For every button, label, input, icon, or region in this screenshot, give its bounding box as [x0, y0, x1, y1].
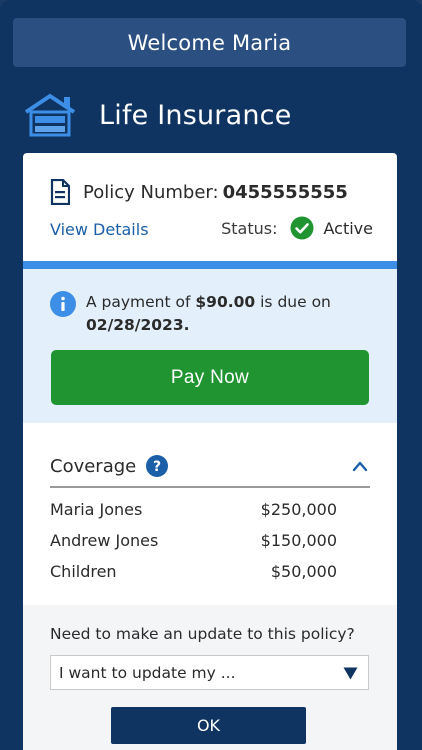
page-title: Life Insurance — [99, 99, 292, 131]
coverage-member-name: Andrew Jones — [50, 531, 159, 550]
payment-amount: $90.00 — [195, 293, 256, 311]
chevron-up-icon[interactable] — [352, 460, 368, 472]
pay-now-button[interactable]: Pay Now — [51, 350, 369, 405]
coverage-row: Maria Jones $250,000 — [50, 494, 337, 525]
coverage-title: Coverage — [50, 455, 137, 477]
coverage-section: Coverage ? Maria Jones $250,000 Andrew J… — [50, 453, 370, 587]
payment-text-prefix: A payment of — [86, 293, 196, 311]
payment-due-panel: A payment of $90.00 is due on 02/28/2023… — [23, 269, 397, 423]
welcome-text: Welcome Maria — [127, 30, 292, 55]
coverage-list: Maria Jones $250,000 Andrew Jones $150,0… — [50, 494, 370, 587]
policy-number-row: Policy Number: 0455555555 — [50, 179, 348, 205]
status-label: Status: — [221, 218, 278, 238]
svg-text:?: ? — [153, 459, 161, 475]
status-badge: Active — [323, 218, 374, 238]
payment-message: A payment of $90.00 is due on 02/28/2023… — [86, 291, 376, 337]
view-details-link[interactable]: View Details — [50, 220, 149, 239]
document-icon — [50, 179, 70, 205]
accent-divider — [23, 261, 397, 269]
policy-number-value: 0455555555 — [222, 181, 348, 203]
coverage-row: Andrew Jones $150,000 — [50, 525, 337, 556]
payment-text-middle: is due on — [255, 293, 331, 311]
coverage-divider — [50, 486, 370, 488]
page-header: Life Insurance — [22, 92, 292, 138]
coverage-amount: $250,000 — [260, 500, 337, 519]
coverage-member-name: Children — [50, 562, 117, 581]
policy-update-panel: Need to make an update to this policy? I… — [23, 605, 397, 750]
update-select-value: I want to update my ... — [59, 663, 236, 682]
ok-button[interactable]: OK — [111, 707, 306, 744]
policy-card: Policy Number: 0455555555 View Details S… — [23, 153, 397, 750]
coverage-row: Children $50,000 — [50, 556, 337, 587]
payment-due-date: 02/28/2023. — [86, 316, 190, 334]
check-circle-icon — [290, 216, 313, 240]
help-icon[interactable]: ? — [146, 455, 169, 477]
coverage-member-name: Maria Jones — [50, 500, 143, 519]
info-icon — [50, 291, 76, 317]
dropdown-arrow-icon — [343, 667, 358, 680]
policy-number-label: Policy Number: — [83, 181, 219, 203]
policy-status: Status: Active — [221, 216, 373, 240]
app-frame: Welcome Maria Life Insurance Policy Numb… — [0, 0, 422, 750]
coverage-header[interactable]: Coverage ? — [50, 453, 370, 479]
update-question: Need to make an update to this policy? — [50, 625, 355, 643]
coverage-amount: $50,000 — [270, 562, 337, 581]
update-type-select[interactable]: I want to update my ... — [50, 655, 369, 690]
coverage-amount: $150,000 — [260, 531, 337, 550]
house-icon — [24, 93, 76, 137]
welcome-banner: Welcome Maria — [13, 18, 406, 67]
